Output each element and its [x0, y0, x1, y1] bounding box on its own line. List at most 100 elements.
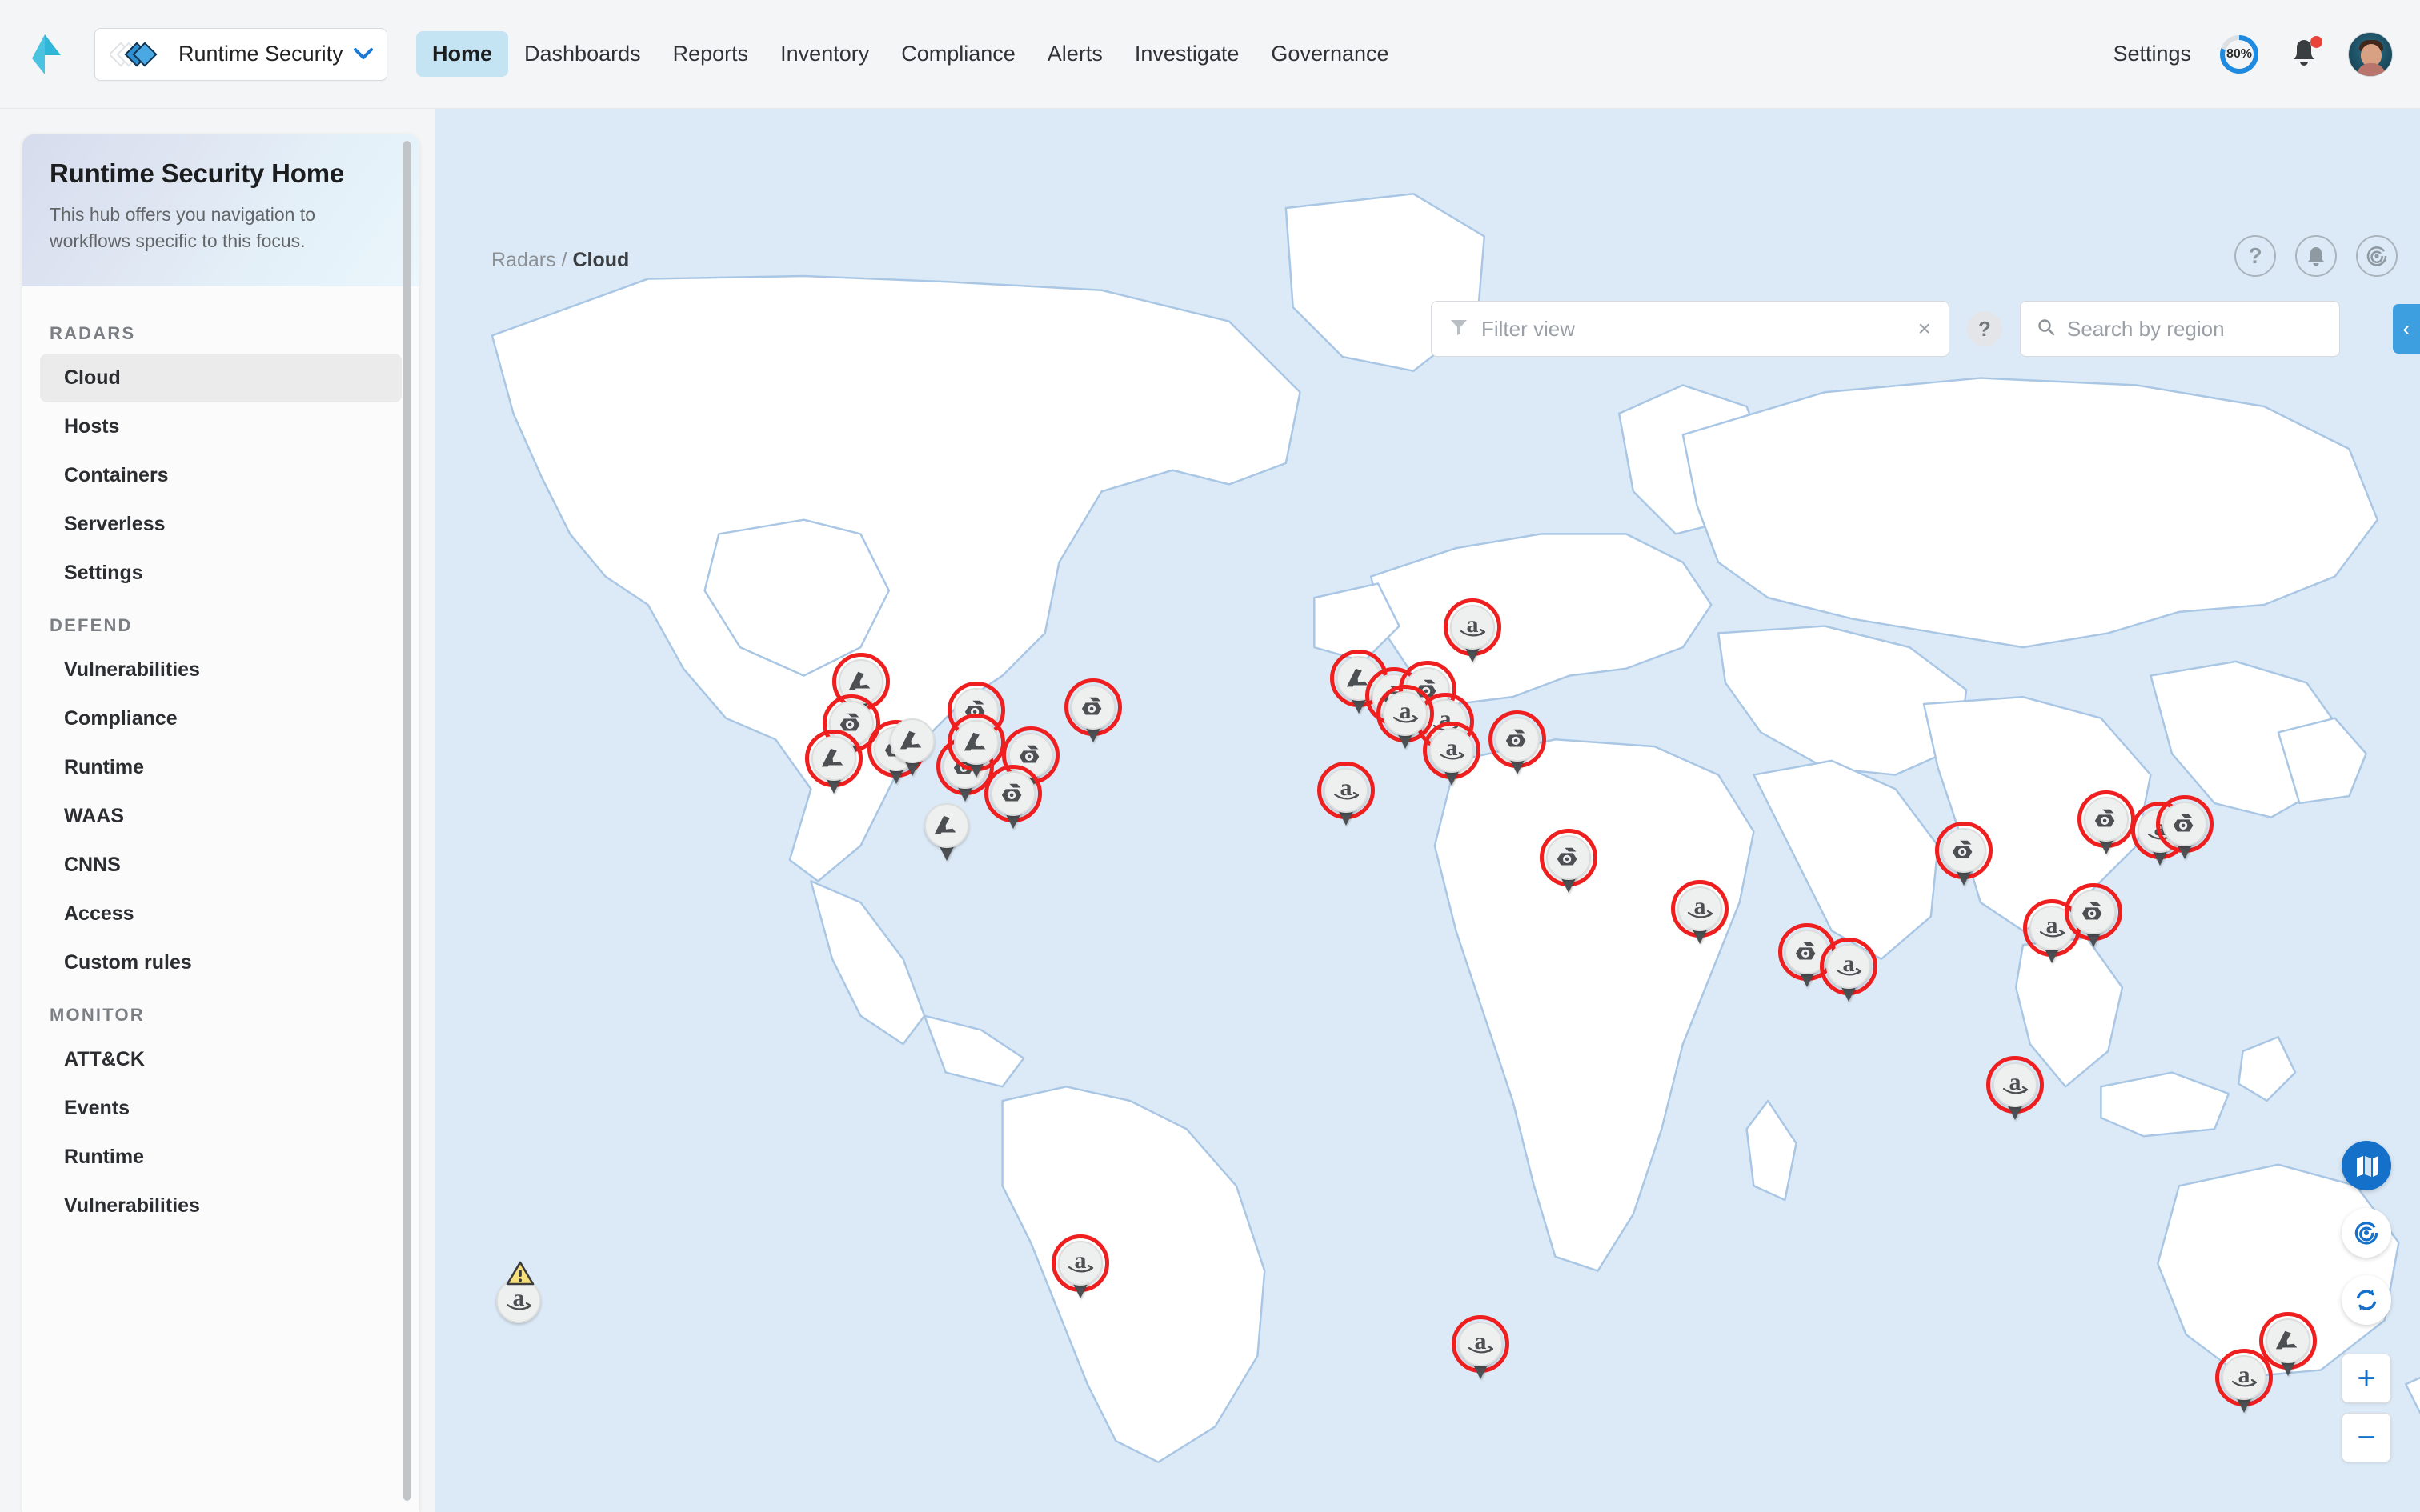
marker-bubble — [924, 803, 969, 848]
map-layers-button[interactable] — [2342, 1141, 2391, 1190]
refresh-button[interactable] — [2342, 1275, 2391, 1325]
marker-bubble: a — [1450, 605, 1495, 650]
marker-bubble: a — [1383, 691, 1428, 736]
marker-bubble: a — [2222, 1355, 2266, 1400]
nav-item-governance[interactable]: Governance — [1255, 31, 1404, 77]
avatar[interactable] — [2348, 32, 2393, 77]
refresh-icon — [2354, 1287, 2379, 1313]
marker-pin — [924, 803, 969, 848]
gcp-provider-icon — [1793, 938, 1821, 966]
sidebar-item-runtime-defend[interactable]: Runtime — [40, 743, 402, 792]
marker-bubble — [1071, 685, 1116, 730]
marker-pin — [2162, 802, 2207, 846]
collapse-panel-button[interactable]: ‹ — [2393, 304, 2420, 354]
gcp-provider-icon — [2171, 810, 2198, 838]
map-icon — [2354, 1154, 2379, 1178]
aws-smile-icon — [1440, 752, 1465, 761]
aws-smile-icon — [1393, 715, 1419, 724]
marker-pin — [954, 720, 999, 765]
bell-icon[interactable] — [2295, 235, 2337, 277]
sidebar-item-hosts[interactable]: Hosts — [40, 402, 402, 451]
aws-smile-icon — [1334, 792, 1360, 801]
sidebar-item-events[interactable]: Events — [40, 1084, 402, 1133]
marker-bubble: a — [1324, 768, 1368, 813]
aws-smile-icon — [1068, 1265, 1094, 1274]
marker-bubble — [2071, 890, 2116, 934]
marker-bubble — [1941, 828, 1986, 873]
azure-provider-icon — [963, 729, 990, 756]
sidebar-subtitle: This hub offers you navigation to workfl… — [50, 202, 386, 255]
aws-smile-icon — [1837, 968, 1862, 977]
warning-triangle-icon — [506, 1261, 535, 1286]
chevron-down-icon[interactable] — [353, 44, 374, 65]
avatar-body — [2357, 63, 2386, 77]
marker-bubble — [1546, 835, 1591, 880]
sidebar-group-monitor: MONITOR — [22, 987, 419, 1035]
aws-smile-icon — [507, 1302, 532, 1311]
sidebar-scrollbar[interactable] — [403, 134, 411, 1512]
sidebar-item-attack[interactable]: ATT&CK — [40, 1035, 402, 1084]
nav-item-dashboards[interactable]: Dashboards — [508, 31, 657, 77]
usage-meter[interactable]: 80% — [2218, 34, 2260, 75]
sidebar-item-cnns[interactable]: CNNS — [40, 841, 402, 890]
azure-provider-icon — [2274, 1327, 2302, 1354]
help-glyph: ? — [2248, 243, 2262, 269]
gcp-provider-icon — [1000, 780, 1027, 807]
notifications-button[interactable] — [2287, 36, 2321, 73]
marker-pin: a — [1826, 944, 1871, 989]
marker-pin — [1546, 835, 1591, 880]
sidebar-item-vulnerabilities-monitor[interactable]: Vulnerabilities — [40, 1182, 402, 1230]
nav-item-investigate[interactable]: Investigate — [1119, 31, 1256, 77]
cloud-radar-map[interactable]: Radars / Cloud ? Filter view × ? — [435, 109, 2420, 1512]
tenant-selector[interactable]: Runtime Security — [94, 28, 387, 81]
marker-bubble: a — [1429, 728, 1474, 773]
filter-view-input[interactable]: Filter view × — [1431, 301, 1949, 357]
sidebar-group-radars: RADARS — [22, 306, 419, 354]
marker-bubble — [991, 771, 1036, 816]
settings-link[interactable]: Settings — [2113, 42, 2191, 66]
close-icon[interactable]: × — [1918, 316, 1931, 342]
nav-item-inventory[interactable]: Inventory — [764, 31, 885, 77]
region-search-input[interactable]: Search by region — [2020, 301, 2340, 357]
sidebar-item-access[interactable]: Access — [40, 890, 402, 938]
nav-item-home[interactable]: Home — [416, 31, 508, 77]
help-icon[interactable]: ? — [2234, 235, 2276, 277]
nav-item-compliance[interactable]: Compliance — [885, 31, 1032, 77]
sidebar-item-waas[interactable]: WAAS — [40, 792, 402, 841]
map-help-actions: ? — [2234, 235, 2398, 277]
sidebar-nav: RADARS Cloud Hosts Containers Serverless… — [22, 286, 419, 1262]
sidebar-item-cloud[interactable]: Cloud — [40, 354, 402, 402]
aws-smile-icon — [1468, 1346, 1494, 1354]
radar-icon[interactable] — [2356, 235, 2398, 277]
topbar-actions: Settings 80% — [2113, 32, 2393, 77]
gcp-provider-icon — [1950, 837, 1977, 864]
breadcrumb-separator: / — [562, 249, 567, 271]
sidebar-item-compliance-defend[interactable]: Compliance — [40, 694, 402, 743]
marker-bubble — [2084, 797, 2129, 842]
sidebar-item-containers[interactable]: Containers — [40, 451, 402, 500]
map-controls: + − — [2342, 1141, 2391, 1462]
filter-help-icon[interactable]: ? — [1967, 311, 2002, 346]
page-title: Runtime Security Home — [50, 158, 392, 189]
marker-bubble — [954, 720, 999, 765]
zoom-in-button[interactable]: + — [2342, 1354, 2391, 1403]
gcp-provider-icon — [2080, 898, 2107, 926]
brand-logo-icon[interactable] — [26, 31, 72, 78]
nav-item-alerts[interactable]: Alerts — [1032, 31, 1119, 77]
marker-bubble: a — [1058, 1241, 1103, 1286]
marker-pin — [1495, 717, 1540, 762]
nav-item-reports[interactable]: Reports — [657, 31, 765, 77]
sidebar-scrollbar-thumb[interactable] — [403, 141, 411, 1501]
zoom-out-button[interactable]: − — [2342, 1413, 2391, 1462]
marker-pin: a — [1324, 768, 1368, 813]
sidebar-item-runtime-monitor[interactable]: Runtime — [40, 1133, 402, 1182]
zoom-controls: + − — [2342, 1354, 2391, 1462]
sidebar-item-serverless[interactable]: Serverless — [40, 500, 402, 549]
tenant-name: Runtime Security — [178, 42, 353, 66]
sidebar-item-radar-settings[interactable]: Settings — [40, 549, 402, 598]
marker-pin: a — [1677, 886, 1722, 931]
sidebar-item-vulnerabilities-defend[interactable]: Vulnerabilities — [40, 646, 402, 694]
breadcrumb-radars[interactable]: Radars — [491, 249, 556, 271]
radar-view-button[interactable] — [2342, 1208, 2391, 1258]
sidebar-item-custom-rules[interactable]: Custom rules — [40, 938, 402, 987]
